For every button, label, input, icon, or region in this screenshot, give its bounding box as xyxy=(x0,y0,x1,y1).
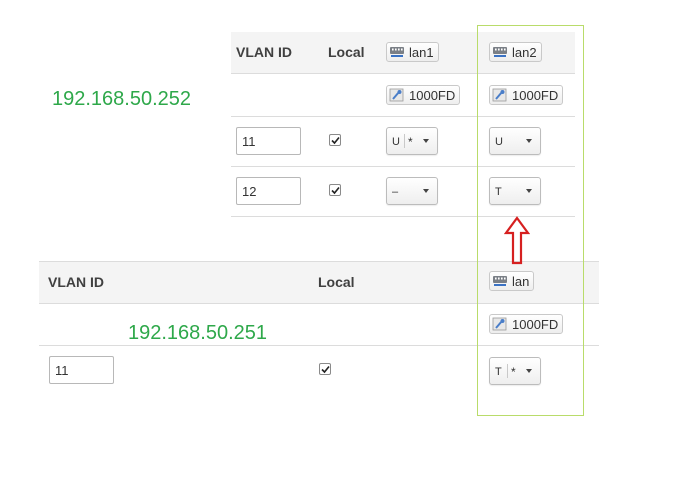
device-ip-label: 192.168.50.251 xyxy=(128,322,268,344)
port-label: lan1 xyxy=(409,44,434,60)
port-speed-lan1: 1000FD xyxy=(386,85,461,105)
port-header-lan1: lan1 xyxy=(386,42,439,62)
up-arrow-icon xyxy=(504,216,530,265)
column-header-local: Local xyxy=(318,274,355,290)
column-header-local: Local xyxy=(328,44,365,60)
link-status-icon xyxy=(389,88,405,102)
port-speed-label: 1000FD xyxy=(409,87,456,103)
chevron-down-icon xyxy=(423,189,429,193)
checkmark-icon xyxy=(331,186,340,195)
checkmark-icon xyxy=(321,365,330,374)
lan1-membership-select[interactable]: – xyxy=(386,177,438,205)
checkmark-icon xyxy=(331,136,340,145)
ethernet-port-icon xyxy=(389,45,405,59)
select-extra: * xyxy=(408,135,413,149)
select-value: U xyxy=(392,136,400,148)
vlan-id-input[interactable]: 11 xyxy=(49,356,114,384)
select-separator xyxy=(404,134,405,148)
local-checkbox[interactable] xyxy=(329,134,341,146)
vlan-id-input[interactable]: 12 xyxy=(236,177,301,205)
chevron-down-icon xyxy=(423,139,429,143)
lan1-membership-select[interactable]: U * xyxy=(386,127,438,155)
device-ip-label: 192.168.50.252 xyxy=(52,88,192,110)
vlan-id-input[interactable]: 11 xyxy=(236,127,301,155)
highlight-box xyxy=(477,25,584,416)
column-header-vlan-id: VLAN ID xyxy=(236,44,292,60)
local-checkbox[interactable] xyxy=(319,363,331,375)
column-header-vlan-id: VLAN ID xyxy=(48,274,104,290)
select-value: – xyxy=(392,186,399,198)
local-checkbox[interactable] xyxy=(329,184,341,196)
